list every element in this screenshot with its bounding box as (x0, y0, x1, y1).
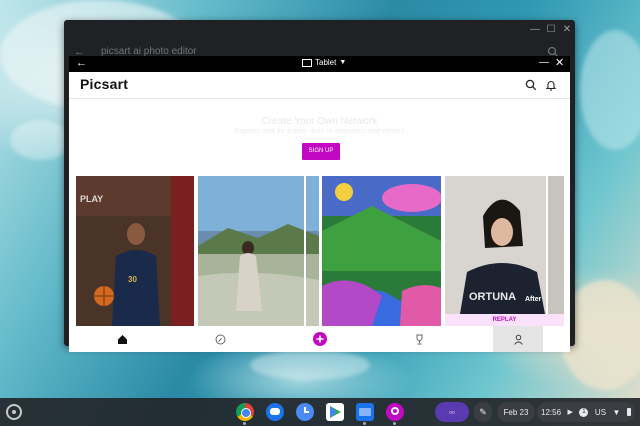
app-titlebar: ← Tablet ▼ — ✕ (69, 56, 570, 72)
stylus-icon[interactable]: ✎ (474, 402, 492, 422)
compass-icon (215, 334, 225, 344)
keyboard-layout: US (594, 407, 607, 417)
home-icon (117, 334, 127, 344)
nav-create[interactable] (295, 326, 345, 352)
battery-icon (626, 408, 631, 416)
picsart-logo[interactable]: Picsart (80, 76, 128, 92)
caret-down-icon: ▼ (339, 59, 347, 66)
screencast-icon: ▶ (567, 409, 573, 416)
hero-title: Create Your Own Network (261, 116, 378, 127)
profile-icon (513, 334, 523, 345)
hero-subtitle: Register now for a daily dose of inspira… (234, 128, 405, 135)
picsart-app-window: ← Tablet ▼ — ✕ Picsart Create Your Own N… (69, 56, 570, 352)
minimize-icon[interactable]: — (528, 24, 542, 35)
phone-hub-icon[interactable]: ▫▫ (435, 402, 469, 422)
search-icon[interactable] (525, 79, 537, 91)
close-icon[interactable]: ✕ (555, 56, 564, 69)
notification-count: 1 (579, 407, 589, 417)
after-label: After (525, 296, 542, 303)
picsart-icon[interactable] (386, 403, 404, 421)
running-indicator (363, 422, 366, 425)
nav-profile[interactable] (493, 326, 543, 352)
running-indicator (393, 422, 396, 425)
feed-card-fantasy-landscape[interactable] (322, 176, 441, 326)
nav-challenges[interactable] (394, 326, 444, 352)
back-arrow-icon[interactable]: ← (76, 57, 87, 69)
basketball-player-image: PLAY 30 (76, 176, 194, 326)
messages-icon[interactable] (266, 403, 284, 421)
maximize-icon[interactable]: ☐ (544, 24, 558, 35)
system-shelf: ▫▫ ✎ Feb 23 12:56 ▶ 1 US ▼ (0, 398, 640, 426)
feed-card-portrait[interactable]: ORTUNA After (445, 176, 564, 326)
calendar-date[interactable]: Feb 23 (497, 402, 535, 422)
feed-card-meadow[interactable] (198, 176, 319, 326)
fantasy-landscape-image (322, 176, 441, 326)
chrome-icon[interactable] (236, 403, 254, 421)
running-indicator (243, 422, 246, 425)
signup-button[interactable]: SIGN UP (302, 143, 340, 160)
meadow-girl-image (198, 176, 319, 326)
launcher-icon[interactable] (6, 404, 22, 420)
trophy-icon (416, 334, 422, 344)
play-store-icon[interactable] (326, 403, 344, 421)
portrait-girl-image: ORTUNA (445, 176, 564, 314)
nav-discover[interactable] (195, 326, 245, 352)
tablet-icon (302, 58, 312, 67)
svg-text:ORTUNA: ORTUNA (469, 291, 516, 303)
clock-icon[interactable] (296, 403, 314, 421)
feed-card-basketball[interactable]: PLAY 30 (76, 176, 194, 326)
nav-home[interactable] (97, 326, 147, 352)
tablet-mode-toggle[interactable]: Tablet ▼ (302, 58, 346, 67)
wifi-icon: ▼ (612, 407, 621, 417)
status-area[interactable]: 12:56 ▶ 1 US ▼ (537, 402, 635, 422)
svg-text:PLAY: PLAY (80, 194, 103, 204)
app-header: Picsart (69, 72, 570, 99)
clock-time: 12:56 (541, 407, 562, 417)
svg-text:30: 30 (128, 275, 137, 284)
close-icon[interactable]: ✕ (560, 24, 574, 35)
replay-button[interactable]: REPLAY (445, 314, 564, 326)
bell-icon[interactable] (545, 79, 557, 91)
files-icon[interactable] (356, 403, 374, 421)
minimize-icon[interactable]: — (539, 57, 549, 68)
bottom-navigation (69, 326, 570, 352)
plus-icon (313, 332, 327, 346)
tablet-mode-label: Tablet (315, 58, 337, 67)
